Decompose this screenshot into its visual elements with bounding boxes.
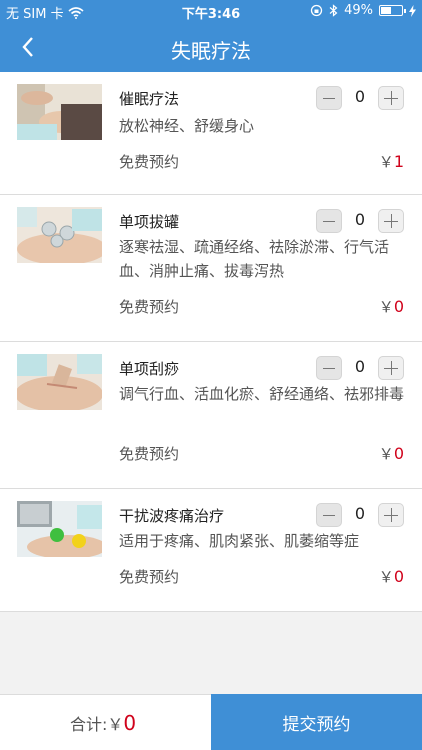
page-title: 失眠疗法 [171, 39, 251, 63]
service-name: 干扰波疼痛治疗 [119, 507, 225, 525]
currency-symbol: ￥ [378, 153, 394, 171]
quantity-stepper: 0 [316, 86, 404, 110]
battery-fill [381, 7, 391, 14]
service-item[interactable]: 单项刮痧 调气行血、活血化瘀、舒经通络、祛邪排毒 免费预约 ￥0 0 [0, 342, 422, 489]
service-name: 单项刮痧 [119, 360, 180, 378]
submit-booking-button[interactable]: 提交预约 [211, 694, 422, 750]
quantity-value: 0 [354, 357, 366, 376]
decrement-button[interactable] [316, 209, 342, 233]
service-price: ￥0 [379, 443, 404, 464]
increment-button[interactable] [378, 503, 404, 527]
price-value: 0 [393, 444, 404, 463]
currency-symbol: ￥ [378, 568, 394, 586]
total-label: 合计: [70, 715, 108, 734]
service-price: ￥0 [379, 296, 404, 317]
service-name: 催眠疗法 [119, 90, 180, 108]
increment-button[interactable] [378, 86, 404, 110]
service-description: 逐寒祛湿、疏通经络、祛除淤滞、行气活血、消肿止痛、拔毒泻热 [119, 238, 390, 280]
service-list: 催眠疗法 放松神经、舒缓身心 免费预约 ￥1 0 单项拔罐 逐寒祛湿、疏通经络、… [0, 72, 422, 612]
total-currency: ￥ [107, 715, 124, 734]
service-item[interactable]: 单项拔罐 逐寒祛湿、疏通经络、祛除淤滞、行气活血、消肿止痛、拔毒泻热 免费预约 … [0, 195, 422, 342]
service-thumbnail [17, 354, 102, 410]
bluetooth-icon [329, 4, 338, 17]
currency-symbol: ￥ [378, 445, 394, 463]
price-value: 0 [393, 297, 404, 316]
quantity-stepper: 0 [316, 356, 404, 380]
quantity-stepper: 0 [316, 209, 404, 233]
service-thumbnail [17, 207, 102, 263]
free-booking-label: 免费预约 [119, 445, 180, 463]
battery-percent: 49% [344, 3, 373, 18]
service-item[interactable]: 催眠疗法 放松神经、舒缓身心 免费预约 ￥1 0 [0, 72, 422, 195]
service-description: 适用于疼痛、肌肉紧张、肌萎缩等症 [119, 532, 360, 550]
service-description: 调气行血、活血化瘀、舒经通络、祛邪排毒 [119, 385, 405, 403]
decrement-button[interactable] [316, 503, 342, 527]
service-thumbnail [17, 84, 102, 140]
footer-bar: 合计:￥0 提交预约 [0, 694, 422, 750]
price-value: 1 [393, 152, 404, 171]
quantity-value: 0 [354, 87, 366, 106]
total-summary: 合计:￥0 [70, 711, 136, 735]
increment-button[interactable] [378, 356, 404, 380]
service-price: ￥0 [379, 566, 404, 587]
quantity-stepper: 0 [316, 503, 404, 527]
increment-button[interactable] [378, 209, 404, 233]
quantity-value: 0 [354, 210, 366, 229]
service-thumbnail [17, 501, 102, 557]
charging-icon [409, 4, 416, 17]
orientation-lock-icon [310, 4, 323, 17]
nav-bar: 失眠疗法 [0, 22, 422, 72]
free-booking-label: 免费预约 [119, 153, 180, 171]
service-price: ￥1 [379, 151, 404, 172]
service-item[interactable]: 干扰波疼痛治疗 适用于疼痛、肌肉紧张、肌萎缩等症 免费预约 ￥0 0 [0, 489, 422, 612]
status-right: 49% [310, 3, 416, 18]
decrement-button[interactable] [316, 356, 342, 380]
status-bar: 无 SIM 卡 下午3:46 49% [0, 0, 422, 22]
total-amount: 0 [123, 711, 137, 735]
service-description: 放松神经、舒缓身心 [119, 117, 255, 135]
quantity-value: 0 [354, 504, 366, 523]
decrement-button[interactable] [316, 86, 342, 110]
battery-icon [379, 5, 406, 16]
price-value: 0 [393, 567, 404, 586]
free-booking-label: 免费预约 [119, 568, 180, 586]
currency-symbol: ￥ [378, 298, 394, 316]
service-name: 单项拔罐 [119, 213, 180, 231]
free-booking-label: 免费预约 [119, 298, 180, 316]
